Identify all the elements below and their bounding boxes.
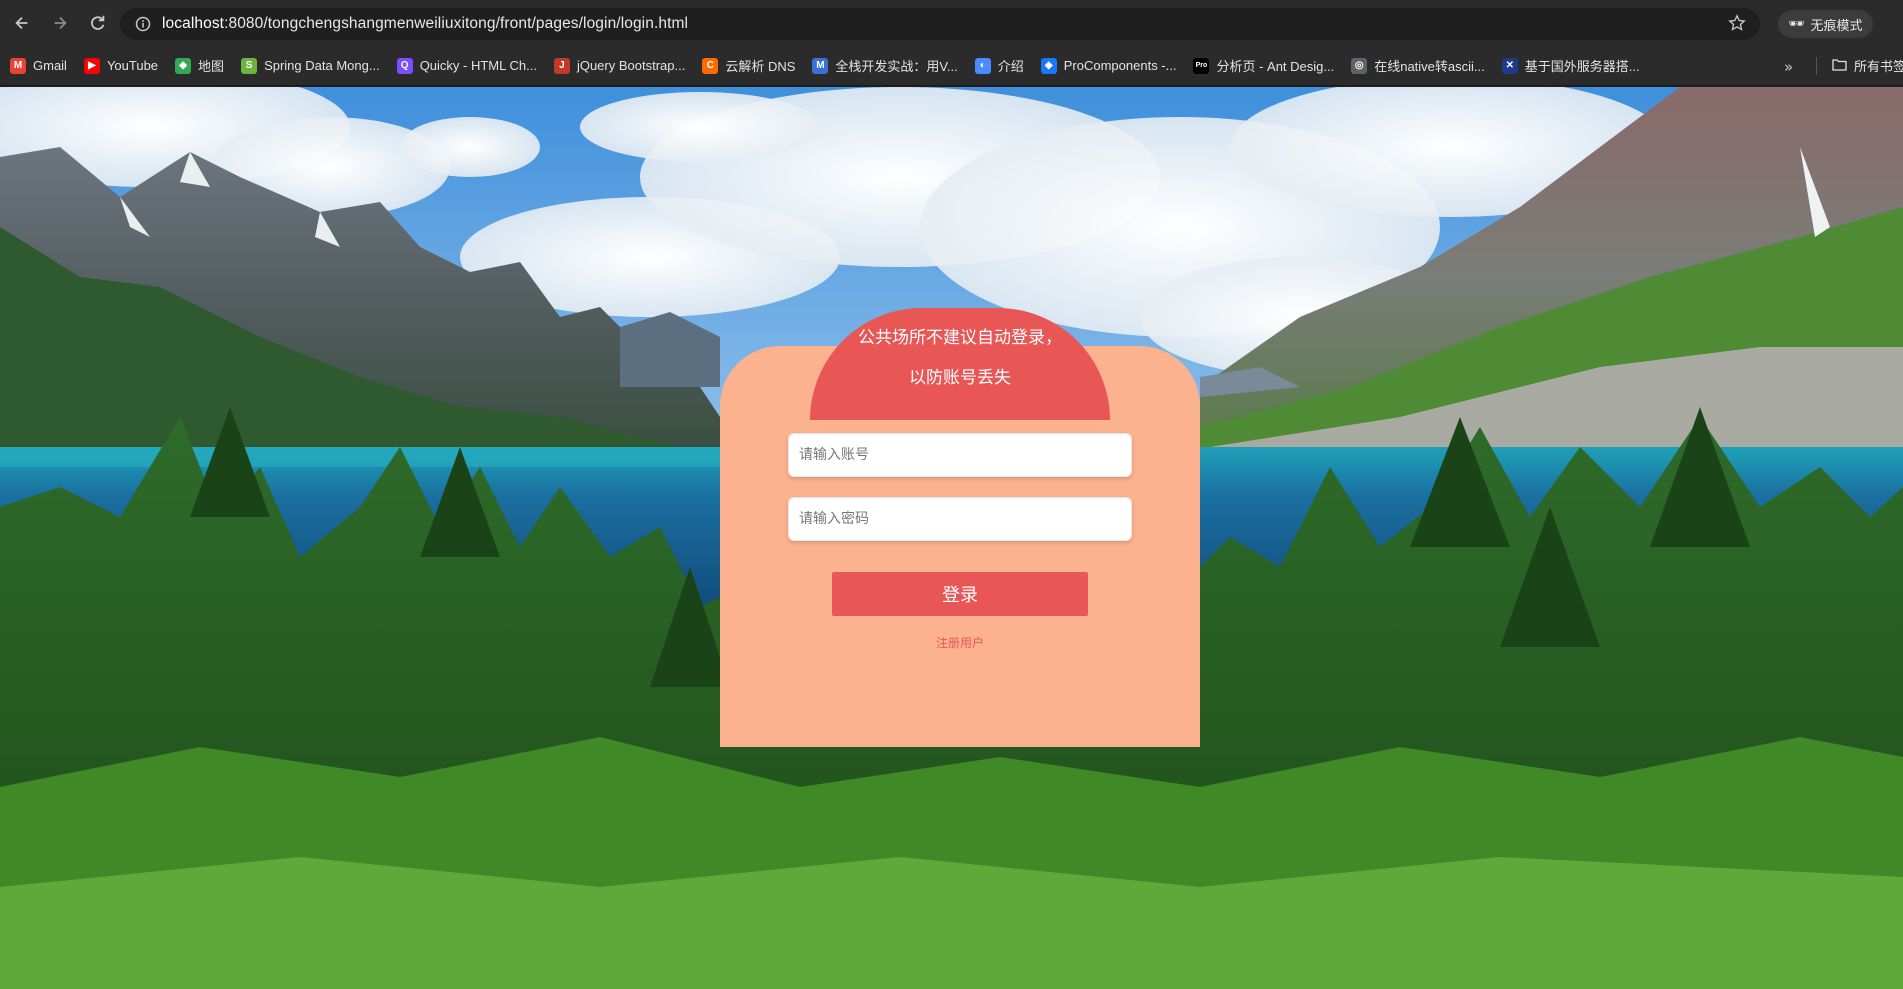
- folder-icon: [1832, 58, 1847, 74]
- bookmark-favicon-icon: ◐: [974, 57, 991, 74]
- bookmark-label: 分析页 - Ant Desig...: [1216, 59, 1335, 74]
- bookmark-item[interactable]: JjQuery Bootstrap...: [553, 57, 686, 74]
- account-input[interactable]: [788, 433, 1132, 477]
- bookmark-favicon-icon: M: [812, 57, 829, 74]
- site-info-icon[interactable]: [128, 16, 158, 32]
- all-bookmarks-label: 所有书签: [1854, 59, 1903, 74]
- bookmark-favicon-icon: J: [553, 57, 570, 74]
- bookmark-item[interactable]: M Gmail: [10, 57, 67, 74]
- password-input[interactable]: [788, 497, 1132, 541]
- bookmark-favicon-icon: Pro: [1193, 57, 1210, 74]
- bookmark-label: 在线native转ascii...: [1374, 59, 1485, 74]
- bookmark-label: 云解析 DNS: [725, 59, 796, 74]
- bookmark-favicon-icon: S: [241, 57, 258, 74]
- bookmark-favicon-icon: M: [10, 57, 26, 74]
- bookmark-favicon-icon: Q: [396, 57, 413, 74]
- incognito-label: 无痕模式: [1810, 17, 1863, 33]
- bookmark-label: 全栈开发实战：用V...: [835, 59, 958, 74]
- bookmark-label: Spring Data Mong...: [264, 58, 380, 73]
- bookmark-label: YouTube: [106, 58, 159, 73]
- reload-icon[interactable]: [80, 5, 116, 41]
- bookmark-label: 基于国外服务器搭...: [1524, 59, 1640, 74]
- login-button[interactable]: 登录: [832, 572, 1088, 616]
- incognito-icon: 🕶: [1788, 16, 1805, 31]
- login-card: 公共场所不建议自动登录，以防账号丢失 登录 注册用户: [720, 308, 1200, 747]
- register-link[interactable]: 注册用户: [720, 634, 1200, 651]
- bookmark-favicon-icon: ◆: [175, 57, 192, 74]
- bookmark-item[interactable]: M 全栈开发实战：用V...: [812, 56, 958, 75]
- bookmark-item[interactable]: ◆ 地图: [175, 56, 224, 75]
- bookmark-label: Gmail: [33, 58, 67, 73]
- bookmark-label: ProComponents -...: [1063, 58, 1177, 73]
- forward-icon[interactable]: [42, 5, 78, 41]
- bookmark-item[interactable]: C 云解析 DNS: [702, 56, 795, 75]
- bookmark-item[interactable]: ◆ ProComponents -...: [1040, 57, 1177, 74]
- bookmark-favicon-icon: ▶: [83, 57, 100, 74]
- browser-toolbar: localhost:8080/tongchengshangmenweiliuxi…: [0, 0, 1903, 46]
- bookmark-favicon-icon: ◎: [1351, 57, 1368, 74]
- bookmark-item[interactable]: ▶ YouTube: [83, 57, 159, 74]
- bookmarks-bar: M Gmail ▶ YouTube ◆ 地图 S Spring Data Mong... Q Qu…: [0, 46, 1903, 86]
- bookmark-label: 地图: [198, 59, 225, 74]
- all-bookmarks-folder[interactable]: 所有书签: [1832, 56, 1903, 75]
- bookmark-label: jQuery Bootstrap...: [576, 58, 686, 73]
- bookmark-label: Quicky - HTML Ch...: [419, 58, 537, 73]
- bookmark-favicon-icon: ◆: [1040, 57, 1057, 74]
- back-icon[interactable]: [4, 5, 40, 41]
- incognito-badge[interactable]: 🕶 无痕模式: [1778, 10, 1873, 38]
- bookmarks-overflow-icon[interactable]: »: [1784, 58, 1793, 76]
- bookmark-item[interactable]: ✕ 基于国外服务器搭...: [1501, 56, 1640, 75]
- bookmarks-divider: [1816, 57, 1817, 75]
- bookmark-favicon-icon: ✕: [1501, 57, 1518, 74]
- url-host: localhost: [162, 15, 225, 32]
- bookmark-favicon-icon: C: [702, 57, 719, 74]
- url-text: localhost:8080/tongchengshangmenweiliuxi…: [162, 15, 688, 33]
- bookmark-label: 介绍: [997, 59, 1024, 74]
- url-path: :8080/tongchengshangmenweiliuxitong/fron…: [224, 15, 689, 32]
- bookmark-item[interactable]: S Spring Data Mong...: [241, 57, 380, 74]
- bookmark-item[interactable]: ◐ 介绍: [974, 56, 1024, 75]
- bookmark-item[interactable]: ◎ 在线native转ascii...: [1351, 56, 1485, 75]
- bookmark-star-icon[interactable]: [1728, 14, 1746, 36]
- bookmark-item[interactable]: Pro 分析页 - Ant Desig...: [1193, 56, 1334, 75]
- bookmark-item[interactable]: Q Quicky - HTML Ch...: [396, 57, 537, 74]
- page-viewport: 公共场所不建议自动登录，以防账号丢失 登录 注册用户: [0, 87, 1903, 989]
- address-bar[interactable]: localhost:8080/tongchengshangmenweiliuxi…: [120, 8, 1760, 40]
